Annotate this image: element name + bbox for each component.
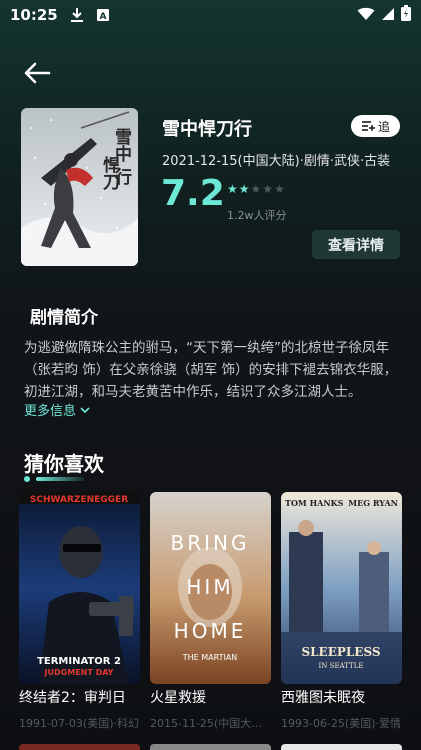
svg-text:行: 行 [111,167,133,186]
star-icon: ★ [250,182,262,196]
recommend-card[interactable]: SCHWARZENEGGER TERMINATOR 2 JUDGMENT DAY… [19,492,140,731]
heading-underline [24,476,84,482]
recommend-card-peek [150,744,271,750]
svg-text:SCHWARZENEGGER: SCHWARZENEGGER [30,495,128,505]
svg-text:A: A [99,12,106,22]
card-meta: 1993-06-25(美国)·爱情 [281,717,402,730]
keyboard-icon: A [96,8,110,22]
follow-label: 追 [377,119,390,134]
chevron-down-icon [80,406,90,413]
synopsis-text: 为逃避做隋珠公主的驸马，“天下第一纨绔”的北椋世子徐凤年（张若昀 饰）在父亲徐骁… [24,340,398,400]
svg-text:HIM: HIM [186,575,233,599]
svg-text:TOM HANKS: TOM HANKS [285,498,344,508]
card-meta: 2015-11-25(中国大陆)·科幻 [150,717,271,730]
movie-poster: 雪中 悍刀 行 [21,108,138,266]
card-meta: 1991-07-03(美国)·科幻 [19,717,140,730]
more-info-link[interactable]: 更多信息 [24,400,90,419]
recommend-card[interactable]: BRING HIM HOME THE MARTIAN 火星救援 2015-11-… [150,492,271,731]
svg-text:SLEEPLESS: SLEEPLESS [301,645,380,659]
card-poster: BRING HIM HOME THE MARTIAN [150,492,271,684]
card-poster: TOM HANKS MEG RYAN SLEEPLESS IN SEATTLE [281,492,402,684]
svg-text:JUDGMENT DAY: JUDGMENT DAY [44,668,114,677]
rating-score: 7.2 [161,173,225,214]
card-poster: SCHWARZENEGGER TERMINATOR 2 JUDGMENT DAY [19,492,140,684]
recommend-card-peek [19,744,140,750]
movie-meta: 2021-12-15(中国大陆)·剧情·武侠·古装 [162,154,391,169]
svg-text:BRING: BRING [171,531,250,555]
recommend-heading: 猜你喜欢 [24,452,104,476]
star-icon: ★ [227,182,238,196]
svg-text:IN SEATTLE: IN SEATTLE [319,662,364,670]
download-icon [70,7,84,23]
svg-text:HOME: HOME [174,619,247,643]
follow-button[interactable]: 追 [351,115,400,137]
back-button[interactable] [22,60,52,86]
recommend-card[interactable]: TOM HANKS MEG RYAN SLEEPLESS IN SEATTLE … [281,492,402,731]
rating-count: 1.2w人评分 [227,209,287,222]
card-title: 西雅图未眠夜 [281,690,365,706]
status-time: 10:25 [10,6,58,24]
star-icon: ★ [238,182,250,196]
arrow-left-icon [24,62,51,84]
star-icon: ★ [262,182,274,196]
card-title: 火星救援 [150,690,206,706]
view-details-button[interactable]: 查看详情 [312,230,400,259]
battery-icon [401,5,411,25]
svg-text:MEG RYAN: MEG RYAN [348,498,398,508]
star-icon: ★ [274,182,285,196]
rating-stars: ★ ★ ★ ★ ★ [227,183,285,195]
movie-title: 雪中悍刀行 [162,119,252,140]
svg-text:THE MARTIAN: THE MARTIAN [182,653,238,662]
signal-icon [381,6,395,25]
synopsis-heading: 剧情简介 [30,308,98,328]
svg-text:TERMINATOR 2: TERMINATOR 2 [37,656,121,667]
status-bar: 10:25 A [0,0,421,30]
recommend-card-peek [281,744,402,750]
wifi-icon [357,6,375,25]
card-title: 终结者2：审判日 [19,690,126,706]
more-info-label: 更多信息 [24,404,77,419]
follow-list-icon [361,121,375,131]
